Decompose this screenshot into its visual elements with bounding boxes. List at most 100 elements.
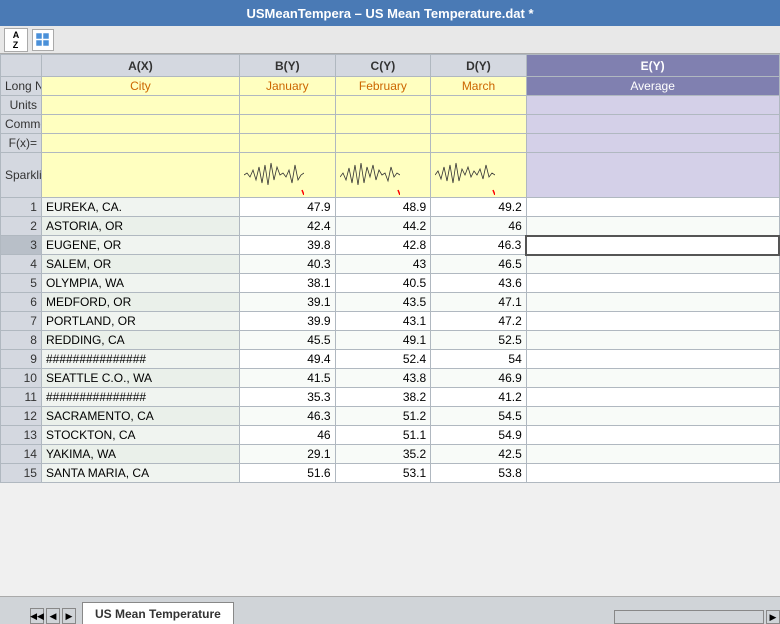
cell-e-12[interactable]: [526, 407, 779, 426]
cell-city-9[interactable]: ###############: [41, 350, 239, 369]
cell-b-4[interactable]: 40.3: [240, 255, 336, 274]
units-a[interactable]: [41, 96, 239, 115]
cell-city-4[interactable]: SALEM, OR: [41, 255, 239, 274]
units-b[interactable]: [240, 96, 336, 115]
fx-a[interactable]: [41, 134, 239, 153]
cell-d-1[interactable]: 49.2: [431, 198, 527, 217]
cell-city-1[interactable]: EUREKA, CA.: [41, 198, 239, 217]
col-header-e[interactable]: E(Y): [526, 55, 779, 77]
cell-d-4[interactable]: 46.5: [431, 255, 527, 274]
units-e[interactable]: [526, 96, 779, 115]
cell-b-8[interactable]: 45.5: [240, 331, 336, 350]
cell-e-2[interactable]: [526, 217, 779, 236]
grid-icon[interactable]: [32, 29, 54, 51]
cell-b-6[interactable]: 39.1: [240, 293, 336, 312]
long-name-c[interactable]: February: [335, 77, 431, 96]
cell-c-8[interactable]: 49.1: [335, 331, 431, 350]
scroll-right-btn[interactable]: ▶: [766, 610, 780, 624]
col-header-c[interactable]: C(Y): [335, 55, 431, 77]
col-header-d[interactable]: D(Y): [431, 55, 527, 77]
horizontal-scrollbar[interactable]: [614, 610, 764, 624]
tab-us-mean-temp[interactable]: US Mean Temperature: [82, 602, 234, 624]
cell-city-12[interactable]: SACRAMENTO, CA: [41, 407, 239, 426]
cell-c-11[interactable]: 38.2: [335, 388, 431, 407]
cell-e-7[interactable]: [526, 312, 779, 331]
cell-city-3[interactable]: EUGENE, OR: [41, 236, 239, 255]
tab-first-btn[interactable]: ◀◀: [30, 608, 44, 624]
cell-b-11[interactable]: 35.3: [240, 388, 336, 407]
cell-c-15[interactable]: 53.1: [335, 464, 431, 483]
long-name-b[interactable]: January: [240, 77, 336, 96]
cell-city-5[interactable]: OLYMPIA, WA: [41, 274, 239, 293]
cell-city-11[interactable]: ###############: [41, 388, 239, 407]
cell-e-10[interactable]: [526, 369, 779, 388]
cell-e-3[interactable]: [526, 236, 779, 255]
cell-b-12[interactable]: 46.3: [240, 407, 336, 426]
comments-d[interactable]: [431, 115, 527, 134]
cell-b-5[interactable]: 38.1: [240, 274, 336, 293]
cell-city-14[interactable]: YAKIMA, WA: [41, 445, 239, 464]
cell-c-14[interactable]: 35.2: [335, 445, 431, 464]
cell-d-7[interactable]: 47.2: [431, 312, 527, 331]
cell-e-9[interactable]: [526, 350, 779, 369]
cell-city-15[interactable]: SANTA MARIA, CA: [41, 464, 239, 483]
cell-e-14[interactable]: [526, 445, 779, 464]
cell-city-8[interactable]: REDDING, CA: [41, 331, 239, 350]
cell-d-13[interactable]: 54.9: [431, 426, 527, 445]
cell-e-11[interactable]: [526, 388, 779, 407]
cell-c-1[interactable]: 48.9: [335, 198, 431, 217]
cell-e-4[interactable]: [526, 255, 779, 274]
units-c[interactable]: [335, 96, 431, 115]
fx-c[interactable]: [335, 134, 431, 153]
cell-city-2[interactable]: ASTORIA, OR: [41, 217, 239, 236]
col-header-b[interactable]: B(Y): [240, 55, 336, 77]
cell-e-1[interactable]: [526, 198, 779, 217]
long-name-a[interactable]: City: [41, 77, 239, 96]
cell-d-5[interactable]: 43.6: [431, 274, 527, 293]
cell-d-9[interactable]: 54: [431, 350, 527, 369]
units-d[interactable]: [431, 96, 527, 115]
cell-c-5[interactable]: 40.5: [335, 274, 431, 293]
cell-b-10[interactable]: 41.5: [240, 369, 336, 388]
cell-d-11[interactable]: 41.2: [431, 388, 527, 407]
cell-c-9[interactable]: 52.4: [335, 350, 431, 369]
fx-d[interactable]: [431, 134, 527, 153]
cell-city-13[interactable]: STOCKTON, CA: [41, 426, 239, 445]
cell-city-7[interactable]: PORTLAND, OR: [41, 312, 239, 331]
fx-b[interactable]: [240, 134, 336, 153]
cell-b-7[interactable]: 39.9: [240, 312, 336, 331]
cell-c-4[interactable]: 43: [335, 255, 431, 274]
tab-prev-btn[interactable]: ◀: [46, 608, 60, 624]
cell-c-12[interactable]: 51.2: [335, 407, 431, 426]
cell-d-2[interactable]: 46: [431, 217, 527, 236]
cell-e-15[interactable]: [526, 464, 779, 483]
cell-c-2[interactable]: 44.2: [335, 217, 431, 236]
cell-d-3[interactable]: 46.3: [431, 236, 527, 255]
cell-e-13[interactable]: [526, 426, 779, 445]
cell-e-5[interactable]: [526, 274, 779, 293]
comments-a[interactable]: [41, 115, 239, 134]
fx-e[interactable]: [526, 134, 779, 153]
cell-d-10[interactable]: 46.9: [431, 369, 527, 388]
cell-b-13[interactable]: 46: [240, 426, 336, 445]
long-name-d[interactable]: March: [431, 77, 527, 96]
cell-b-1[interactable]: 47.9: [240, 198, 336, 217]
cell-city-6[interactable]: MEDFORD, OR: [41, 293, 239, 312]
cell-c-10[interactable]: 43.8: [335, 369, 431, 388]
cell-b-2[interactable]: 42.4: [240, 217, 336, 236]
long-name-e[interactable]: Average: [526, 77, 779, 96]
cell-b-14[interactable]: 29.1: [240, 445, 336, 464]
cell-d-15[interactable]: 53.8: [431, 464, 527, 483]
cell-b-3[interactable]: 39.8: [240, 236, 336, 255]
cell-c-13[interactable]: 51.1: [335, 426, 431, 445]
cell-c-3[interactable]: 42.8: [335, 236, 431, 255]
cell-b-9[interactable]: 49.4: [240, 350, 336, 369]
col-header-a[interactable]: A(X): [41, 55, 239, 77]
cell-d-8[interactable]: 52.5: [431, 331, 527, 350]
comments-b[interactable]: [240, 115, 336, 134]
comments-e[interactable]: [526, 115, 779, 134]
cell-b-15[interactable]: 51.6: [240, 464, 336, 483]
cell-d-6[interactable]: 47.1: [431, 293, 527, 312]
comments-c[interactable]: [335, 115, 431, 134]
cell-d-12[interactable]: 54.5: [431, 407, 527, 426]
